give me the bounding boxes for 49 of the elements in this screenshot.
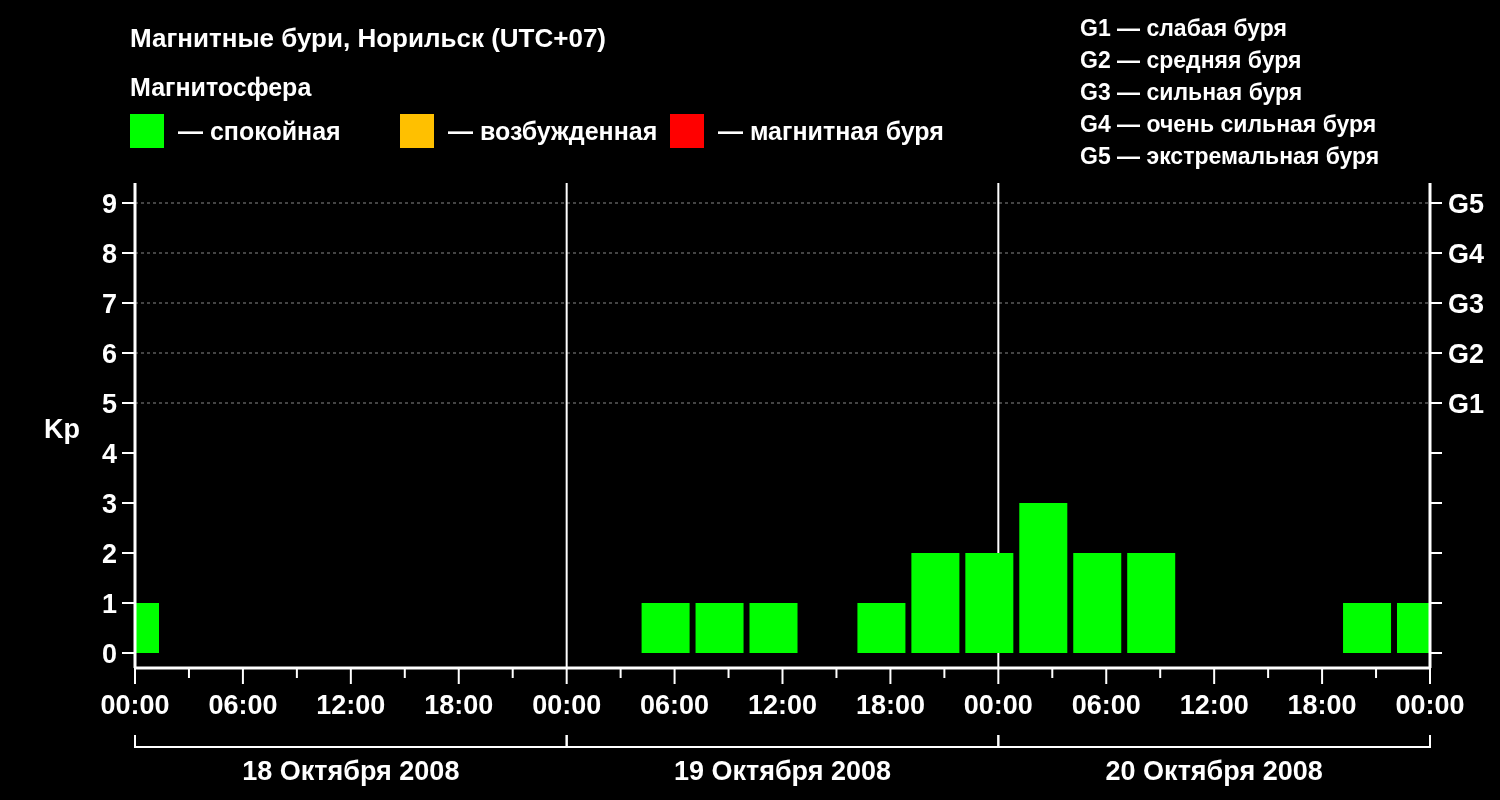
day-label: 19 Октября 2008 bbox=[673, 756, 892, 786]
x-tick-label: 00:00 bbox=[100, 690, 170, 720]
kp-bar bbox=[1343, 603, 1392, 653]
y-tick-label: 7 bbox=[101, 289, 117, 319]
y-tick-label: 6 bbox=[101, 339, 117, 369]
storm-scale-entry: G5 — экстремальная буря bbox=[1080, 142, 1381, 171]
y-tick-label: 1 bbox=[101, 589, 117, 619]
storm-level-label: G4 bbox=[1448, 239, 1485, 269]
y-tick-label: 9 bbox=[101, 189, 117, 219]
day-label: 20 Октября 2008 bbox=[1105, 756, 1323, 786]
storm-level-label: G2 bbox=[1448, 339, 1485, 369]
x-tick-label: 06:00 bbox=[208, 690, 278, 720]
chart-title: Магнитные бури, Норильск (UTC+07) bbox=[130, 22, 607, 55]
storm-level-label: G5 bbox=[1448, 189, 1485, 219]
y-tick-label: 8 bbox=[101, 239, 117, 269]
kp-bar bbox=[857, 603, 906, 653]
legend-label: — спокойная bbox=[178, 116, 341, 146]
x-tick-label: 00:00 bbox=[1395, 690, 1465, 720]
storm-scale-entry: G3 — сильная буря bbox=[1080, 78, 1304, 107]
kp-bar bbox=[135, 603, 159, 653]
storm-scale-entry: G2 — средняя буря bbox=[1080, 46, 1303, 75]
y-tick-label: 3 bbox=[101, 489, 117, 519]
kp-bar bbox=[749, 603, 798, 653]
x-tick-label: 18:00 bbox=[424, 690, 494, 720]
storm-level-label: G1 bbox=[1448, 389, 1485, 419]
kp-bar bbox=[1397, 603, 1430, 653]
legend-heading: Магнитосфера bbox=[130, 72, 313, 102]
day-label: 18 Октября 2008 bbox=[242, 756, 460, 786]
storm-scale-entry: G1 — слабая буря bbox=[1080, 14, 1289, 43]
x-tick-label: 12:00 bbox=[316, 690, 386, 720]
x-tick-label: 12:00 bbox=[1179, 690, 1249, 720]
x-tick-label: 00:00 bbox=[532, 690, 602, 720]
storm-level-label: G3 bbox=[1448, 289, 1485, 319]
x-tick-label: 00:00 bbox=[963, 690, 1033, 720]
x-tick-label: 06:00 bbox=[640, 690, 710, 720]
y-axis-label: Kp bbox=[44, 414, 80, 444]
legend-label: — возбужденная bbox=[448, 116, 658, 146]
x-tick-label: 06:00 bbox=[1071, 690, 1141, 720]
y-tick-label: 4 bbox=[101, 439, 117, 469]
kp-bar bbox=[641, 603, 690, 653]
y-tick-label: 0 bbox=[101, 639, 117, 669]
x-tick-label: 12:00 bbox=[747, 690, 818, 720]
x-tick-label: 18:00 bbox=[1287, 690, 1357, 720]
storm-scale-entry: G4 — очень сильная буря bbox=[1080, 110, 1378, 139]
x-tick-label: 18:00 bbox=[855, 690, 925, 720]
y-tick-label: 2 bbox=[101, 539, 117, 569]
legend-label: — магнитная буря bbox=[718, 116, 944, 146]
y-tick-label: 5 bbox=[101, 389, 117, 419]
kp-bar bbox=[695, 603, 744, 653]
